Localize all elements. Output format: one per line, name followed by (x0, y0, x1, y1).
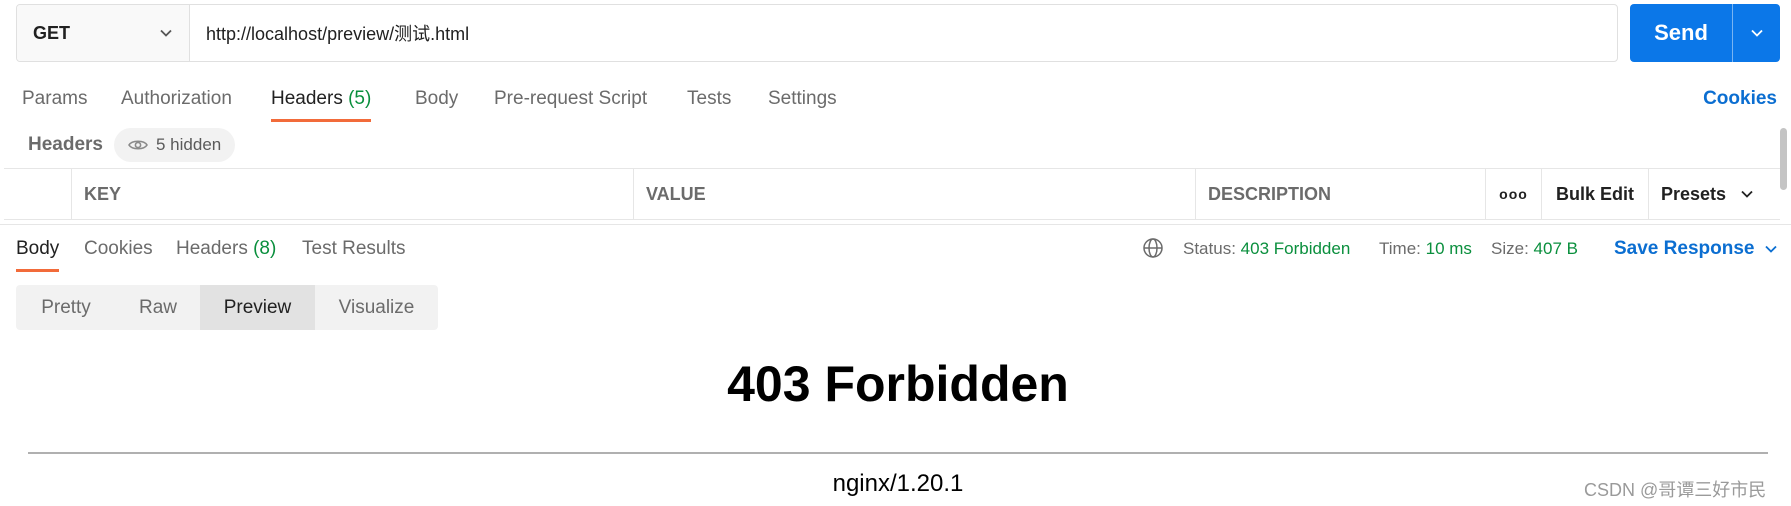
size-value[interactable]: 407 B (1534, 239, 1578, 259)
description-column-header: DESCRIPTION (1196, 169, 1486, 219)
chevron-down-icon (1750, 29, 1763, 37)
tab-params[interactable]: Params (22, 80, 87, 126)
url-input[interactable] (190, 5, 1617, 61)
request-tabs: Params Authorization Headers (5) Body Pr… (0, 80, 1791, 126)
response-tab-headers[interactable]: Headers (8) (176, 232, 276, 276)
more-options-icon[interactable]: ooo (1486, 169, 1542, 219)
presets-label: Presets (1661, 183, 1727, 204)
bulk-edit-button[interactable]: Bulk Edit (1542, 169, 1649, 219)
preview-server-text: nginx/1.20.1 (832, 470, 964, 497)
method-select[interactable]: GET (17, 5, 190, 61)
response-headers-count: (8) (253, 238, 277, 259)
response-status: Status: 403 Forbidden (1183, 236, 1350, 262)
tab-body[interactable]: Body (415, 80, 458, 126)
key-column-header: KEY (72, 169, 634, 219)
response-tab-body[interactable]: Body (16, 232, 60, 276)
time-label: Time: (1379, 239, 1421, 258)
tab-settings[interactable]: Settings (768, 80, 837, 126)
tab-tests[interactable]: Tests (687, 80, 731, 126)
view-mode-pretty[interactable]: Pretty (16, 285, 116, 330)
preview-divider (28, 452, 1768, 454)
cookies-link[interactable]: Cookies (1703, 80, 1777, 118)
status-value[interactable]: 403 Forbidden (1241, 239, 1351, 259)
time-value[interactable]: 10 ms (1426, 239, 1472, 259)
view-mode-raw[interactable]: Raw (116, 285, 200, 330)
send-button[interactable]: Send (1630, 4, 1732, 62)
headers-section-label: Headers (28, 134, 103, 155)
response-time: Time: 10 ms (1379, 236, 1472, 262)
tab-pre-request-script[interactable]: Pre-request Script (494, 80, 647, 126)
url-bar: GET (16, 4, 1618, 62)
response-tab-test-results[interactable]: Test Results (302, 232, 405, 276)
presets-dropdown[interactable]: Presets (1649, 169, 1780, 219)
row-check-column (4, 169, 72, 219)
response-tab-cookies[interactable]: Cookies (84, 232, 153, 276)
view-mode-visualize[interactable]: Visualize (315, 285, 438, 330)
globe-icon[interactable] (1142, 237, 1164, 259)
preview-title: 403 Forbidden (727, 356, 1069, 412)
eye-icon (128, 140, 148, 150)
chevron-down-icon (1765, 245, 1778, 253)
tab-authorization[interactable]: Authorization (121, 80, 232, 126)
watermark: CSDN @哥谭三好市民 (1584, 480, 1767, 500)
headers-count: (5) (348, 88, 372, 109)
hidden-headers-label: 5 hidden (156, 135, 222, 154)
tab-headers[interactable]: Headers (5) (271, 80, 372, 126)
save-response-button[interactable]: Save Response (1614, 236, 1778, 262)
scrollbar-thumb[interactable] (1780, 128, 1787, 190)
chevron-down-icon (1741, 190, 1753, 198)
view-mode-preview[interactable]: Preview (200, 285, 315, 330)
response-tabs: Body Cookies Headers (8) Test Results (0, 232, 1000, 278)
method-label: GET (33, 22, 71, 43)
save-response-label: Save Response (1614, 238, 1755, 259)
chevron-down-icon (160, 29, 172, 37)
view-mode-selector: Pretty Raw Preview Visualize (16, 285, 438, 330)
send-button-group: Send (1630, 4, 1780, 62)
status-label: Status: (1183, 239, 1236, 258)
hidden-headers-toggle[interactable]: 5 hidden (114, 128, 236, 162)
headers-table-header: KEY VALUE DESCRIPTION ooo Bulk Edit Pres… (4, 168, 1780, 220)
send-options-button[interactable] (1732, 4, 1780, 62)
panel-divider[interactable] (0, 224, 1791, 225)
size-label: Size: (1491, 239, 1529, 258)
response-size: Size: 407 B (1491, 236, 1578, 262)
value-column-header: VALUE (634, 169, 1196, 219)
